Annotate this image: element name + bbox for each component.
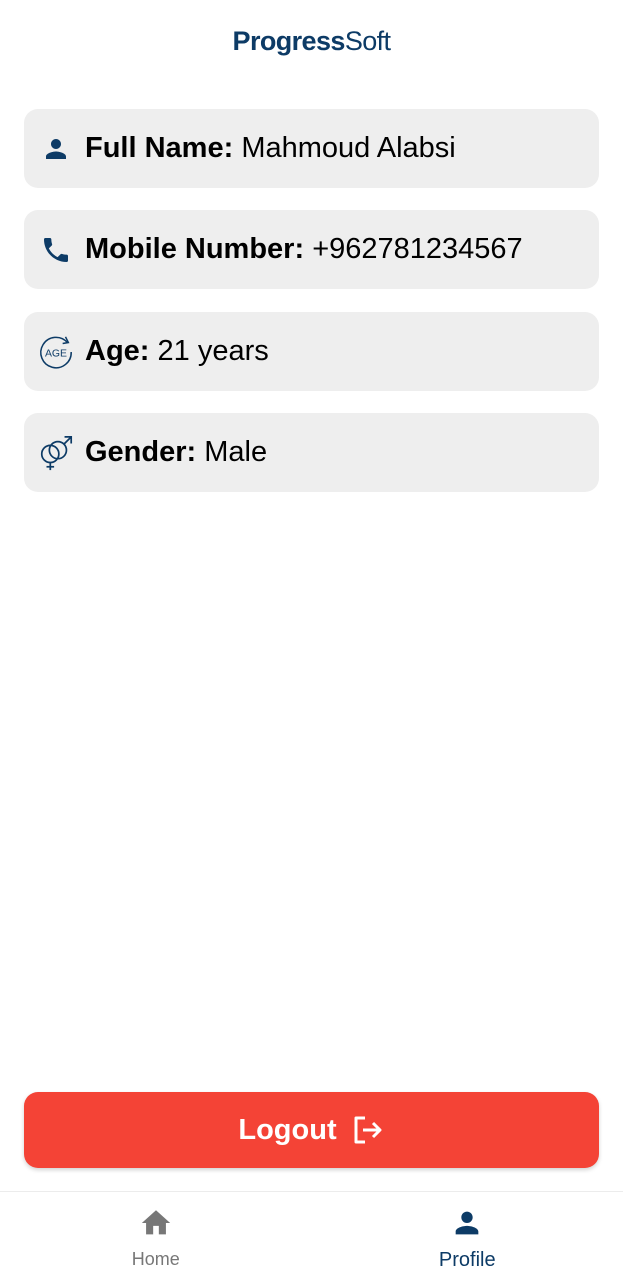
- person-icon: [450, 1206, 484, 1245]
- gender-text: Gender: Male: [85, 436, 267, 469]
- mobile-number-text: Mobile Number: +962781234567: [85, 233, 523, 266]
- age-card: AGE Age: 21 years: [24, 312, 599, 391]
- app-logo: Progress Soft: [0, 24, 623, 58]
- age-icon-text: AGE: [45, 348, 67, 359]
- logo-text-bold: Progress: [232, 25, 346, 56]
- age-value: 21 years: [157, 335, 269, 367]
- gender-label: Gender:: [85, 436, 197, 468]
- person-icon: [37, 130, 75, 168]
- nav-label-profile: Profile: [438, 1249, 496, 1271]
- mobile-number-value: +962781234567: [312, 233, 523, 265]
- logout-button[interactable]: Logout: [24, 1092, 599, 1168]
- mobile-number-label: Mobile Number:: [85, 233, 305, 265]
- gender-card: Gender: Male: [24, 413, 599, 492]
- logout-icon: [351, 1113, 385, 1147]
- nav-label-home: Home: [131, 1249, 180, 1269]
- logo-text-light: Soft: [344, 25, 391, 56]
- full-name-text: Full Name: Mahmoud Alabsi: [85, 132, 456, 165]
- bottom-navigation: Home Profile: [0, 1191, 623, 1280]
- mobile-number-card: Mobile Number: +962781234567: [24, 210, 599, 289]
- nav-item-profile[interactable]: Profile: [312, 1192, 623, 1280]
- gender-icon: [37, 434, 75, 472]
- gender-value: Male: [204, 436, 268, 468]
- nav-item-home[interactable]: Home: [0, 1192, 312, 1280]
- full-name-label: Full Name:: [85, 132, 234, 164]
- full-name-card: Full Name: Mahmoud Alabsi: [24, 109, 599, 188]
- logout-label: Logout: [238, 1113, 337, 1146]
- age-label: Age:: [85, 335, 150, 367]
- phone-icon: [37, 231, 75, 269]
- age-icon: AGE: [37, 333, 75, 371]
- full-name-value: Mahmoud Alabsi: [241, 132, 456, 164]
- home-icon: [139, 1206, 173, 1245]
- age-text: Age: 21 years: [85, 335, 269, 368]
